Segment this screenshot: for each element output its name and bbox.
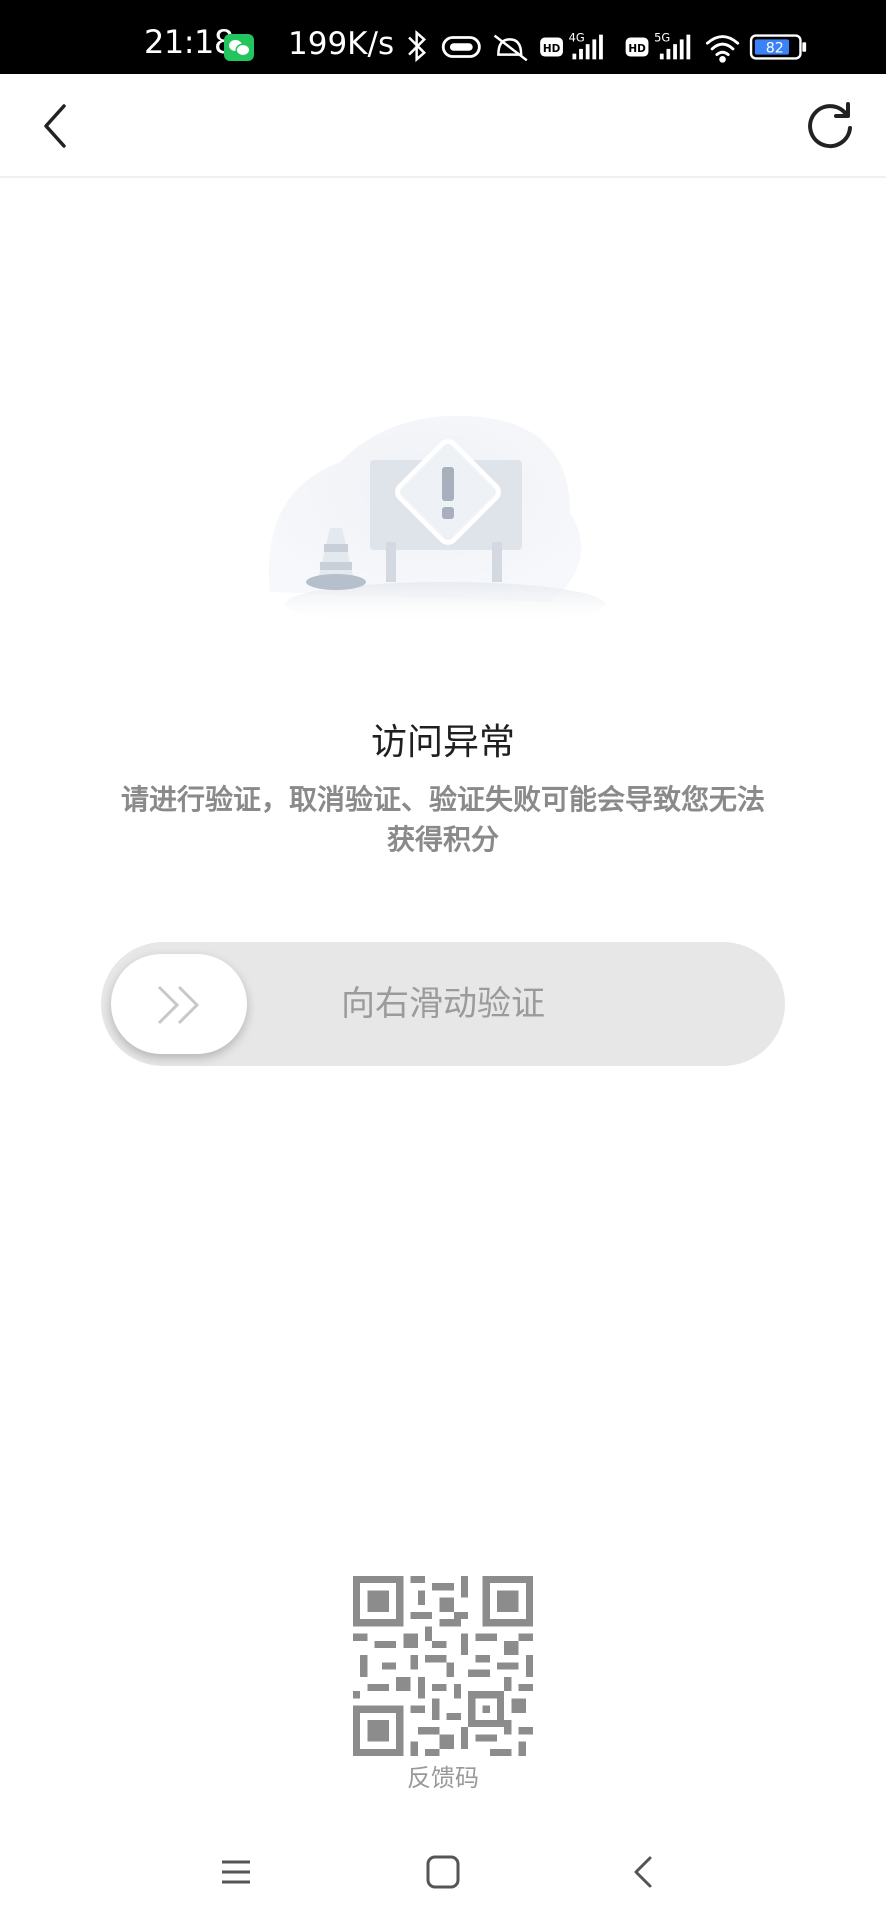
status-time: 21:18: [144, 23, 234, 61]
slide-verify-track[interactable]: 向右滑动验证: [101, 942, 785, 1066]
nav-home-button[interactable]: [421, 1850, 465, 1894]
verification-description: 请进行验证，取消验证、验证失败可能会导致您无法获得积分: [120, 783, 765, 856]
svg-text:HD: HD: [543, 43, 561, 55]
hd-icon-2: HD: [625, 37, 649, 57]
back-chevron-icon: [634, 1856, 652, 1888]
network-speed: 199K/s: [288, 26, 395, 62]
vibrate-icon: [441, 36, 481, 58]
menu-icon: [222, 1860, 250, 1884]
svg-text:HD: HD: [628, 43, 646, 55]
signal-4g-icon: 4G: [569, 30, 603, 60]
refresh-icon: [808, 102, 852, 149]
nav-back-button[interactable]: [622, 1850, 666, 1894]
bluetooth-icon: [408, 30, 427, 63]
mute-bell-icon: [493, 34, 528, 62]
home-square-icon: [426, 1855, 460, 1889]
status-bar: 21:18 199K/s HD 4G HD 5G 82: [0, 0, 886, 74]
feedback-qr-code: [353, 1576, 533, 1756]
slider-handle[interactable]: [111, 954, 247, 1054]
status-icons: HD 4G HD 5G 82: [408, 30, 807, 63]
refresh-button[interactable]: [804, 100, 856, 152]
svg-text:5G: 5G: [654, 30, 670, 44]
signal-5g-icon: 5G: [654, 30, 691, 60]
warning-illustration: [268, 415, 605, 626]
system-nav-bar: [0, 1820, 886, 1920]
nav-menu-button[interactable]: [214, 1850, 258, 1894]
svg-text:4G: 4G: [569, 30, 585, 44]
double-chevron-right-icon: [157, 985, 200, 1025]
back-button[interactable]: [34, 100, 78, 152]
hd-icon: HD: [540, 37, 563, 57]
top-bar: [0, 74, 886, 178]
wifi-icon: [705, 35, 740, 63]
chevron-left-icon: [44, 104, 66, 148]
wechat-icon: [224, 34, 254, 61]
feedback-code-label: 反馈码: [407, 1764, 479, 1792]
page-title: 访问异常: [370, 722, 515, 763]
svg-text:82: 82: [766, 41, 784, 57]
battery-icon: 82: [749, 34, 807, 60]
